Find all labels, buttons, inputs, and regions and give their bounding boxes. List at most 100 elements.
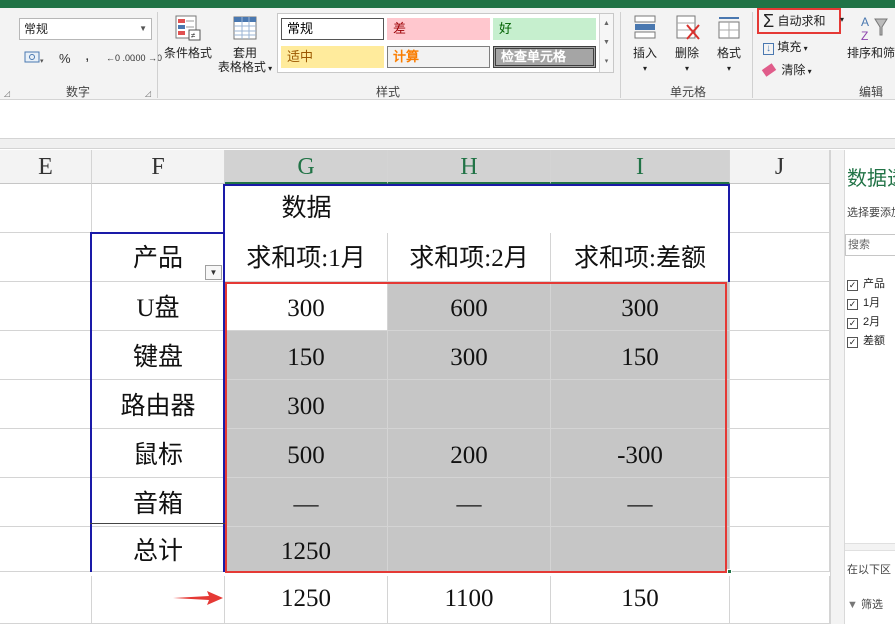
product-cell[interactable]: 路由器 bbox=[92, 380, 225, 429]
gallery-scroll[interactable]: ▲ ▼ ▾ bbox=[599, 14, 613, 72]
column-header-g[interactable]: G bbox=[225, 150, 388, 184]
number-dialog-launcher-icon[interactable]: ◿ bbox=[145, 89, 151, 98]
cell[interactable] bbox=[730, 527, 830, 572]
cell[interactable] bbox=[0, 380, 92, 429]
value-cell[interactable] bbox=[388, 527, 551, 572]
cell[interactable] bbox=[0, 282, 92, 331]
cell[interactable] bbox=[730, 233, 830, 282]
field-label: 差额 bbox=[863, 335, 885, 347]
cell[interactable] bbox=[0, 429, 92, 478]
cell[interactable] bbox=[0, 331, 92, 380]
field-search-input[interactable]: 搜索 bbox=[845, 234, 895, 256]
cell[interactable] bbox=[0, 478, 92, 527]
result-cell[interactable]: 1100 bbox=[388, 576, 551, 624]
filter-dropdown-icon[interactable]: ▼ bbox=[205, 265, 222, 280]
column-header-j[interactable]: J bbox=[730, 150, 830, 184]
value-cell[interactable] bbox=[388, 380, 551, 429]
pivot-total-divider bbox=[90, 523, 225, 524]
format-cells-button[interactable]: 格式 ▾ bbox=[711, 13, 747, 76]
field-label: 产品 bbox=[863, 278, 885, 290]
fill-button[interactable]: ↓ 填充 ▾ bbox=[763, 38, 808, 55]
value-cell[interactable]: — bbox=[225, 478, 388, 527]
product-cell[interactable]: 总计 bbox=[92, 527, 225, 572]
pane-splitter[interactable] bbox=[845, 543, 895, 551]
cell[interactable] bbox=[730, 331, 830, 380]
field-checkbox-diff[interactable]: ✓ 差额 bbox=[847, 332, 885, 348]
delete-label: 删除 bbox=[674, 46, 699, 60]
sort-filter-button[interactable]: A Z 排序和筛 bbox=[847, 13, 895, 60]
style-bad[interactable]: 差 bbox=[387, 18, 490, 40]
field-checkbox-jan[interactable]: ✓ 1月 bbox=[847, 294, 880, 310]
value-cell[interactable]: -300 bbox=[551, 429, 730, 478]
checkbox-checked-icon: ✓ bbox=[847, 318, 858, 329]
column-header-e[interactable]: E bbox=[0, 150, 92, 184]
fill-label: 填充 bbox=[777, 40, 802, 54]
value-cell[interactable]: 300 bbox=[551, 282, 730, 331]
format-as-table-button[interactable]: 套用 表格格式 ▾ bbox=[214, 13, 276, 76]
field-checkbox-product[interactable]: ✓ 产品 bbox=[847, 275, 885, 291]
value-cell[interactable]: — bbox=[551, 478, 730, 527]
cell[interactable] bbox=[730, 478, 830, 527]
style-neutral[interactable]: 适中 bbox=[281, 46, 384, 68]
format-as-table-label-1: 套用 bbox=[232, 46, 257, 60]
column-header-i[interactable]: I bbox=[551, 150, 730, 184]
cell[interactable] bbox=[0, 527, 92, 572]
column-header-f[interactable]: F bbox=[92, 150, 225, 184]
table-format-icon bbox=[233, 16, 257, 40]
value-cell[interactable]: — bbox=[388, 478, 551, 527]
column-header-h[interactable]: H bbox=[388, 150, 551, 184]
value-cell[interactable]: 1250 bbox=[225, 527, 388, 572]
value-header-cell[interactable]: 求和项:2月 bbox=[388, 233, 551, 282]
cell[interactable] bbox=[730, 576, 830, 624]
delete-cells-button[interactable]: 删除 ▾ bbox=[668, 13, 706, 76]
autosum-button[interactable]: Σ 自动求和 bbox=[757, 8, 841, 34]
field-label: 2月 bbox=[863, 316, 881, 328]
cell-styles-gallery[interactable]: 常规 差 好 适中 计算 检查单元格 ▲ ▼ ▾ bbox=[277, 13, 614, 73]
value-cell[interactable]: 150 bbox=[225, 331, 388, 380]
formula-bar[interactable] bbox=[0, 101, 895, 139]
increase-decimal-button[interactable]: ←0 .00 bbox=[106, 53, 135, 63]
cell[interactable] bbox=[0, 233, 92, 282]
cell[interactable] bbox=[730, 282, 830, 331]
cell[interactable] bbox=[730, 184, 830, 233]
filters-area[interactable]: ▼ 筛选 bbox=[847, 596, 883, 612]
product-cell[interactable]: 音箱 bbox=[92, 478, 225, 527]
style-good[interactable]: 好 bbox=[493, 18, 596, 40]
number-format-dropdown[interactable]: 常规 ▼ bbox=[19, 18, 152, 40]
conditional-format-button[interactable]: ≠ 条件格式 bbox=[161, 13, 215, 60]
value-cell[interactable]: 150 bbox=[551, 331, 730, 380]
autosum-dropdown-icon[interactable]: ▾ bbox=[840, 15, 844, 24]
insert-cells-button[interactable]: 插入 ▾ bbox=[627, 13, 663, 76]
percent-button[interactable]: % bbox=[59, 51, 71, 66]
value-cell[interactable]: 300 bbox=[225, 380, 388, 429]
fill-handle[interactable] bbox=[727, 569, 732, 574]
value-cell[interactable]: 500 bbox=[225, 429, 388, 478]
value-cell[interactable]: 300 bbox=[388, 331, 551, 380]
cell[interactable] bbox=[730, 380, 830, 429]
value-cell[interactable]: 300 bbox=[225, 282, 388, 331]
result-cell[interactable]: 150 bbox=[551, 576, 730, 624]
style-calculation[interactable]: 计算 bbox=[387, 46, 490, 68]
value-cell[interactable] bbox=[551, 380, 730, 429]
style-check-cell[interactable]: 检查单元格 bbox=[493, 46, 596, 68]
product-cell[interactable]: 键盘 bbox=[92, 331, 225, 380]
field-checkbox-feb[interactable]: ✓ 2月 bbox=[847, 313, 880, 329]
product-cell[interactable]: U盘 bbox=[92, 282, 225, 331]
value-cell[interactable]: 600 bbox=[388, 282, 551, 331]
cell[interactable] bbox=[0, 576, 92, 624]
cell[interactable] bbox=[92, 184, 225, 233]
cell[interactable] bbox=[0, 184, 92, 233]
accounting-format-button[interactable]: ▾ bbox=[24, 49, 46, 68]
value-header-cell[interactable]: 求和项:差额 bbox=[551, 233, 730, 282]
comma-button[interactable]: , bbox=[85, 47, 89, 65]
style-normal[interactable]: 常规 bbox=[281, 18, 384, 40]
cell[interactable] bbox=[730, 429, 830, 478]
result-cell[interactable]: 1250 bbox=[225, 576, 388, 624]
value-cell[interactable] bbox=[551, 527, 730, 572]
product-cell[interactable]: 鼠标 bbox=[92, 429, 225, 478]
worksheet-grid[interactable]: E F G H I J 数据 产品 求和项:1月 求和项:2月 求和项:差额 ▼… bbox=[0, 150, 830, 624]
value-cell[interactable]: 200 bbox=[388, 429, 551, 478]
dialog-launcher-icon[interactable]: ◿ bbox=[4, 89, 10, 98]
clear-button[interactable]: 清除 ▾ bbox=[761, 61, 812, 78]
value-header-cell[interactable]: 求和项:1月 bbox=[225, 233, 388, 282]
